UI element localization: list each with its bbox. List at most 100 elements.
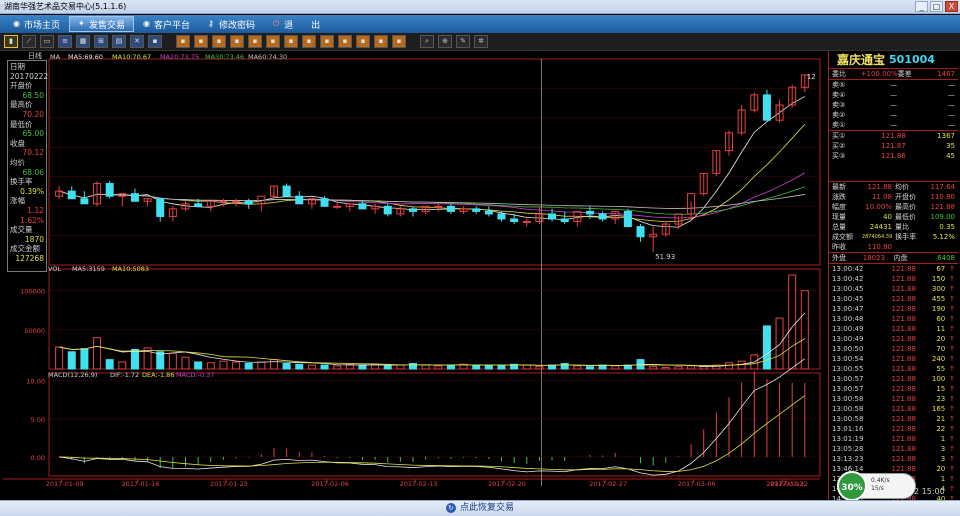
- buy-vol: 45: [946, 152, 955, 160]
- nav-market-home[interactable]: ◉ 市场主页: [4, 16, 69, 32]
- grid-icon-4[interactable]: ▦: [76, 35, 90, 48]
- tick-row: 13:01:19 121.88 1 ↑: [829, 434, 958, 444]
- minimize-button[interactable]: _: [915, 1, 928, 12]
- candle-body: [434, 205, 443, 208]
- status-bar[interactable]: ↻ 点此恢复交易: [0, 500, 960, 516]
- tick-row: 13:05:28 121.88 3 ↑: [829, 444, 958, 454]
- tool-icon-10[interactable]: ▪: [194, 35, 208, 48]
- candle-body: [244, 200, 253, 205]
- info-close: 70.12: [22, 148, 44, 158]
- info-date-label: 日期: [10, 62, 25, 71]
- weicha-value: 1467: [937, 70, 955, 78]
- cross-icon-7[interactable]: ✕: [130, 35, 144, 48]
- tick-dir: ↑: [949, 485, 955, 493]
- tick-price: 121.88: [891, 375, 916, 383]
- stock-list-icon-3[interactable]: ≡: [58, 35, 72, 48]
- tick-dir: ↑: [949, 395, 955, 403]
- tool-icon-8[interactable]: ▪: [148, 35, 162, 48]
- vol-bar: [522, 364, 531, 370]
- tool-icon-16[interactable]: ▪: [302, 35, 316, 48]
- tool-icon-18[interactable]: ▪: [338, 35, 352, 48]
- vol-tick-label: 100000: [20, 288, 45, 296]
- tool-icon-9[interactable]: ▪: [176, 35, 190, 48]
- nav-out[interactable]: 出: [302, 16, 329, 32]
- tool-icon-14[interactable]: ▪: [266, 35, 280, 48]
- ma10-label: MA10:70.67: [112, 53, 151, 61]
- vol-bar: [67, 351, 76, 370]
- tick-dir: ↑: [949, 315, 955, 323]
- buy-label: 买③: [832, 152, 846, 160]
- search-icon-22[interactable]: ⌕: [420, 35, 434, 48]
- tool-icon-12[interactable]: ▪: [230, 35, 244, 48]
- maximize-button[interactable]: □: [930, 1, 943, 12]
- line-chart-icon-1[interactable]: ⟋: [22, 35, 36, 48]
- vol-bar: [55, 346, 64, 370]
- tool-icon-21[interactable]: ▪: [392, 35, 406, 48]
- tick-vol: 300: [931, 285, 946, 293]
- tick-dir: ↑: [949, 475, 955, 483]
- stat-value: 0.35: [939, 223, 955, 231]
- tool-icon-15[interactable]: ▪: [284, 35, 298, 48]
- outer-inner-row: 外盘 18023 内盘 6408: [829, 253, 958, 263]
- tool-icon-19[interactable]: ▪: [356, 35, 370, 48]
- tick-dir: ↑: [949, 365, 955, 373]
- vol-label: VOL: [48, 265, 61, 273]
- tool-icon-20[interactable]: ▪: [374, 35, 388, 48]
- tick-time: 13:01:16: [832, 425, 864, 433]
- tick-vol: 240: [931, 355, 946, 363]
- candle-body: [156, 198, 165, 217]
- vol-bar: [661, 366, 670, 370]
- vol-ma10-label: MA10:5083: [112, 265, 149, 273]
- table-icon-6[interactable]: ▤: [112, 35, 126, 48]
- info-vol-label: 成交量: [10, 225, 33, 235]
- ma10-line: [58, 124, 806, 223]
- close-button[interactable]: X: [945, 1, 958, 12]
- sell-row: 卖③ — —: [829, 100, 958, 110]
- stat-label: 换手率: [895, 233, 917, 241]
- draw-icon-24[interactable]: ✎: [456, 35, 470, 48]
- stat-label: 昨收: [832, 243, 846, 251]
- candle-chart-icon-0[interactable]: ▮: [4, 35, 18, 48]
- chart-flat-icon-2[interactable]: ▭: [40, 35, 54, 48]
- chart-toolbar: ▮ ⟋ ▭ ≡ ▦ ⊞ ▤ ✕ ▪ ▪ ▪ ▪ ▪ ▪ ▪ ▪ ▪ ▪ ▪ ▪ ▪ ▪ ⌕ ⊕ ✎ ✲: [0, 33, 960, 51]
- vol-bar: [118, 361, 127, 370]
- vol-bar: [421, 364, 430, 370]
- gear-icon-25[interactable]: ✲: [474, 35, 488, 48]
- nav-client[interactable]: ◉ 客户平台: [134, 16, 199, 32]
- tick-time: 13:00:54: [832, 355, 864, 363]
- tick-row: 13:00:57 121.88 100 ↑: [829, 374, 958, 384]
- candle-body: [762, 94, 771, 121]
- buy-orders: 买① 121.88 1367 买② 121.87 35 买③ 121.86 45: [829, 131, 958, 161]
- candle-body: [232, 200, 241, 203]
- tick-dir: ↑: [949, 425, 955, 433]
- buy-price: 121.87: [881, 142, 906, 150]
- date-label: 2017-02-20: [488, 480, 526, 488]
- chart-area[interactable]: 日线 MA MA5:69.60 MA10:70.67 MA20:73.75 MA30:73…: [0, 51, 828, 500]
- window-title: 湖南华强艺术品交易中心(5.1.1.6): [4, 2, 127, 11]
- stat-value: 2874064.39: [861, 234, 893, 240]
- nav-exit[interactable]: ⏻ 退: [264, 16, 302, 32]
- tick-row: 13:00:57 121.88 15 ↑: [829, 384, 958, 394]
- speed-widget[interactable]: 30% 0.4K/s 15/s: [837, 471, 916, 501]
- tick-time: 13:01:19: [832, 435, 864, 443]
- outer-value: 18023: [862, 254, 886, 262]
- weicha-label: 委差: [897, 70, 912, 78]
- resume-trade-link[interactable]: 点此恢复交易: [460, 503, 514, 513]
- window-titlebar: 湖南华强艺术品交易中心(5.1.1.6) _ □ X: [0, 0, 960, 14]
- stat-value: 109.00: [930, 213, 956, 221]
- tick-dir: ↑: [949, 265, 955, 273]
- buy-vol: 35: [946, 142, 955, 150]
- tick-row: 13:00:58 121.88 21 ↑: [829, 414, 958, 424]
- tick-list[interactable]: 13:00:42 121.88 67 ↑ 13:00:42 121.88 150 ↑ 13:00…: [829, 264, 958, 504]
- vol-bar: [775, 317, 784, 370]
- tick-dir: ↑: [949, 325, 955, 333]
- tick-row: 13:00:42 121.88 67 ↑: [829, 264, 958, 274]
- nav-password[interactable]: ⚷ 修改密码: [199, 16, 264, 32]
- candle-body: [219, 200, 228, 203]
- nav-trade[interactable]: ✦ 发售交易: [69, 16, 135, 32]
- search-plus-icon-23[interactable]: ⊕: [438, 35, 452, 48]
- tool-icon-11[interactable]: ▪: [212, 35, 226, 48]
- zoom-grid-icon-5[interactable]: ⊞: [94, 35, 108, 48]
- tool-icon-17[interactable]: ▪: [320, 35, 334, 48]
- tool-icon-13[interactable]: ▪: [248, 35, 262, 48]
